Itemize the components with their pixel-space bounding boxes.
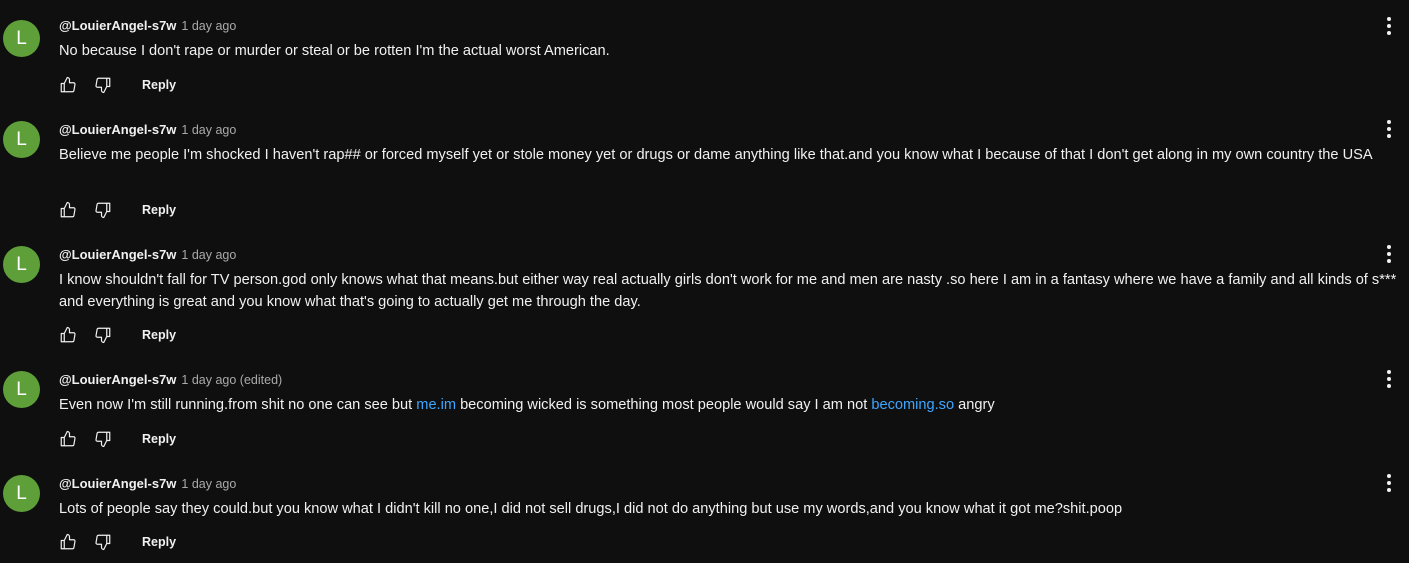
comment-header: @LouierAngel-s7w 1 day ago	[59, 246, 236, 264]
comment-header: @LouierAngel-s7w 1 day ago (edited)	[59, 371, 282, 389]
author-name[interactable]: @LouierAngel-s7w	[59, 18, 176, 33]
avatar[interactable]: L	[3, 20, 40, 57]
comment-menu-button[interactable]	[1381, 118, 1397, 140]
reply-button[interactable]: Reply	[142, 202, 176, 218]
inline-link[interactable]: becoming.so	[871, 397, 954, 413]
dislike-button[interactable]	[94, 533, 112, 551]
like-button[interactable]	[59, 326, 77, 344]
thumbs-up-icon	[60, 430, 76, 447]
comment-text-segment: Even now I'm still running.from shit no …	[59, 397, 417, 413]
comment-menu-button[interactable]	[1381, 243, 1397, 265]
dislike-button[interactable]	[94, 201, 112, 219]
inline-link[interactable]: me.im	[416, 397, 456, 413]
avatar[interactable]: L	[3, 246, 40, 283]
timestamp[interactable]: 1 day ago	[181, 19, 236, 33]
dislike-button[interactable]	[94, 76, 112, 94]
comment-menu-button[interactable]	[1381, 368, 1397, 390]
thumbs-down-icon	[95, 202, 111, 219]
thumbs-up-icon	[60, 533, 76, 550]
comment-text: I know shouldn't fall for TV person.god …	[59, 272, 1397, 310]
dislike-button[interactable]	[94, 326, 112, 344]
author-name[interactable]: @LouierAngel-s7w	[59, 372, 176, 387]
like-button[interactable]	[59, 430, 77, 448]
avatar[interactable]: L	[3, 121, 40, 158]
author-name[interactable]: @LouierAngel-s7w	[59, 247, 176, 262]
comment-text: Believe me people I'm shocked I haven't …	[59, 147, 1373, 163]
thumbs-down-icon	[95, 431, 111, 448]
more-vertical-icon	[1387, 474, 1391, 492]
comment-text-segment: becoming wicked is something most people…	[456, 397, 872, 413]
thumbs-up-icon	[60, 201, 76, 218]
dislike-button[interactable]	[94, 430, 112, 448]
reply-button[interactable]: Reply	[142, 77, 176, 93]
reply-button[interactable]: Reply	[142, 327, 176, 343]
thumbs-up-icon	[60, 76, 76, 93]
more-vertical-icon	[1387, 17, 1391, 35]
like-button[interactable]	[59, 533, 77, 551]
more-vertical-icon	[1387, 120, 1391, 138]
like-button[interactable]	[59, 76, 77, 94]
comment-header: @LouierAngel-s7w 1 day ago	[59, 475, 236, 493]
comment-text: Even now I'm still running.from shit no …	[59, 394, 1409, 416]
timestamp[interactable]: 1 day ago	[181, 123, 236, 137]
author-name[interactable]: @LouierAngel-s7w	[59, 476, 176, 491]
timestamp[interactable]: 1 day ago (edited)	[181, 373, 282, 387]
avatar[interactable]: L	[3, 371, 40, 408]
thumbs-down-icon	[95, 534, 111, 551]
thumbs-down-icon	[95, 77, 111, 94]
more-vertical-icon	[1387, 370, 1391, 388]
reply-button[interactable]: Reply	[142, 534, 176, 550]
thumbs-down-icon	[95, 327, 111, 344]
comment-menu-button[interactable]	[1381, 472, 1397, 494]
timestamp[interactable]: 1 day ago	[181, 477, 236, 491]
comment-menu-button[interactable]	[1381, 15, 1397, 37]
comment-header: @LouierAngel-s7w 1 day ago	[59, 121, 236, 139]
reply-button[interactable]: Reply	[142, 431, 176, 447]
more-vertical-icon	[1387, 245, 1391, 263]
like-button[interactable]	[59, 201, 77, 219]
author-name[interactable]: @LouierAngel-s7w	[59, 122, 176, 137]
comment-text-segment: angry	[954, 397, 995, 413]
thumbs-up-icon	[60, 326, 76, 343]
comment-text: No because I don't rape or murder or ste…	[59, 43, 610, 59]
timestamp[interactable]: 1 day ago	[181, 248, 236, 262]
comment-text: Lots of people say they could.but you kn…	[59, 501, 1123, 517]
avatar[interactable]: L	[3, 475, 40, 512]
comment-header: @LouierAngel-s7w 1 day ago	[59, 17, 236, 35]
